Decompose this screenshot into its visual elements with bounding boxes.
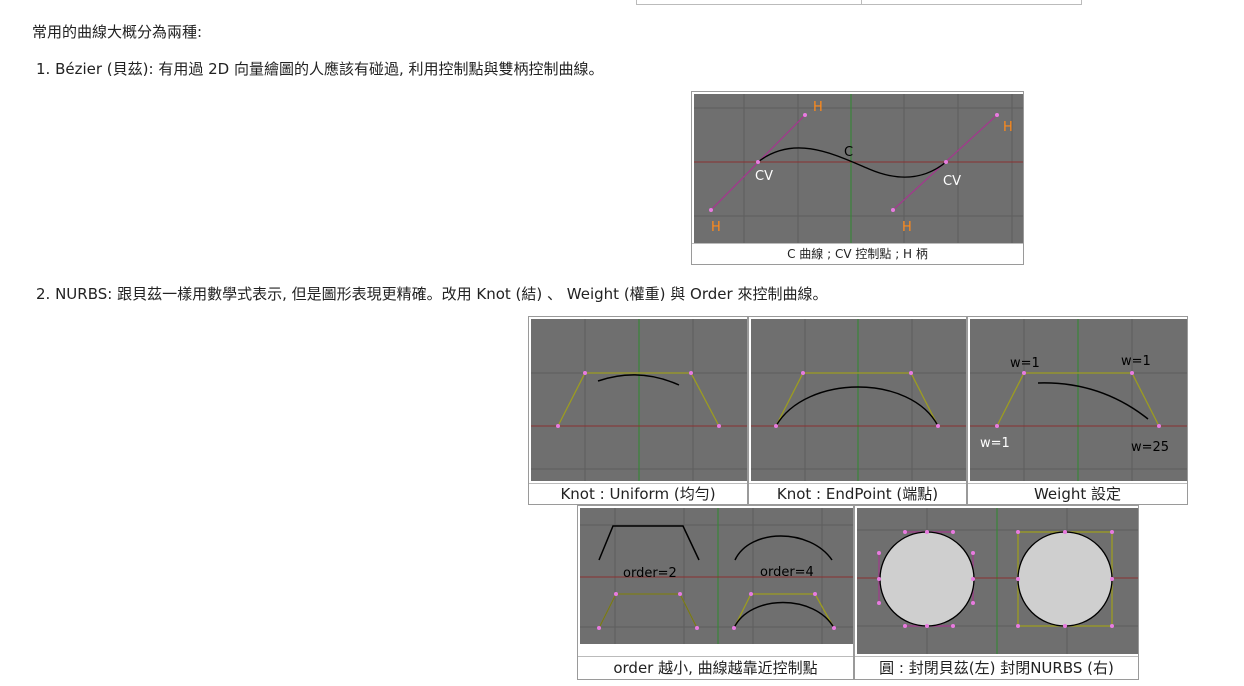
order4-curve-top: [734, 535, 833, 561]
order4-curve-bottom: [733, 601, 835, 629]
order4-label: order=4: [760, 565, 814, 580]
cv-label: CV: [943, 174, 961, 189]
knot-endpoint-caption: Knot : EndPoint (端點): [749, 483, 966, 504]
circle-figure: 圓 : 封閉貝茲(左) 封閉NURBS (右): [854, 505, 1139, 680]
circle-caption: 圓 : 封閉貝茲(左) 封閉NURBS (右): [855, 656, 1138, 679]
weight-label: w=1: [980, 436, 1010, 451]
weight-figure: w=1 w=1 w=1 w=25 Weight 設定: [967, 316, 1188, 505]
knot-endpoint-figure: Knot : EndPoint (端點): [748, 316, 967, 505]
top-table-fragment: [636, 0, 1082, 5]
intro-text: 常用的曲線大概分為兩種:: [32, 23, 203, 41]
knot-uniform-figure: Knot : Uniform (均勻): [528, 316, 748, 505]
order2-label: order=2: [623, 566, 677, 581]
bezier-circle: [879, 531, 975, 627]
list-item-bezier: 1. Bézier (貝茲): 有用過 2D 向量繪圖的人應該有碰過, 利用控制…: [36, 60, 604, 78]
control-polygon: [775, 372, 939, 427]
weight-label: w=1: [1121, 354, 1151, 369]
weight-label: w=1: [1010, 356, 1040, 371]
handle-label: H: [813, 100, 823, 115]
knot-uniform-caption: Knot : Uniform (均勻): [529, 483, 747, 504]
bezier-viewport: H H H H C CV CV: [694, 94, 1023, 244]
list-item-nurbs: 2. NURBS: 跟貝茲一樣用數學式表示, 但是圖形表現更精確。改用 Knot…: [36, 285, 828, 303]
weight-caption: Weight 設定: [968, 483, 1187, 504]
nurbs-curve: [775, 386, 939, 427]
order-figure: order=2 order=4 order 越小, 曲線越靠近控制點: [577, 505, 854, 680]
weight-label: w=25: [1131, 440, 1169, 455]
handle-label: H: [1003, 120, 1013, 135]
handle-label: H: [902, 220, 912, 235]
bezier-figure: H H H H C CV CV C 曲線 ; CV 控制點 ; H 柄: [691, 91, 1024, 265]
cv-label: CV: [755, 169, 773, 184]
curve-label: C: [844, 145, 853, 160]
nurbs-circle: [1017, 531, 1113, 627]
order-caption: order 越小, 曲線越靠近控制點: [578, 656, 853, 679]
handle-label: H: [711, 220, 721, 235]
bezier-caption: C 曲線 ; CV 控制點 ; H 柄: [692, 243, 1023, 264]
